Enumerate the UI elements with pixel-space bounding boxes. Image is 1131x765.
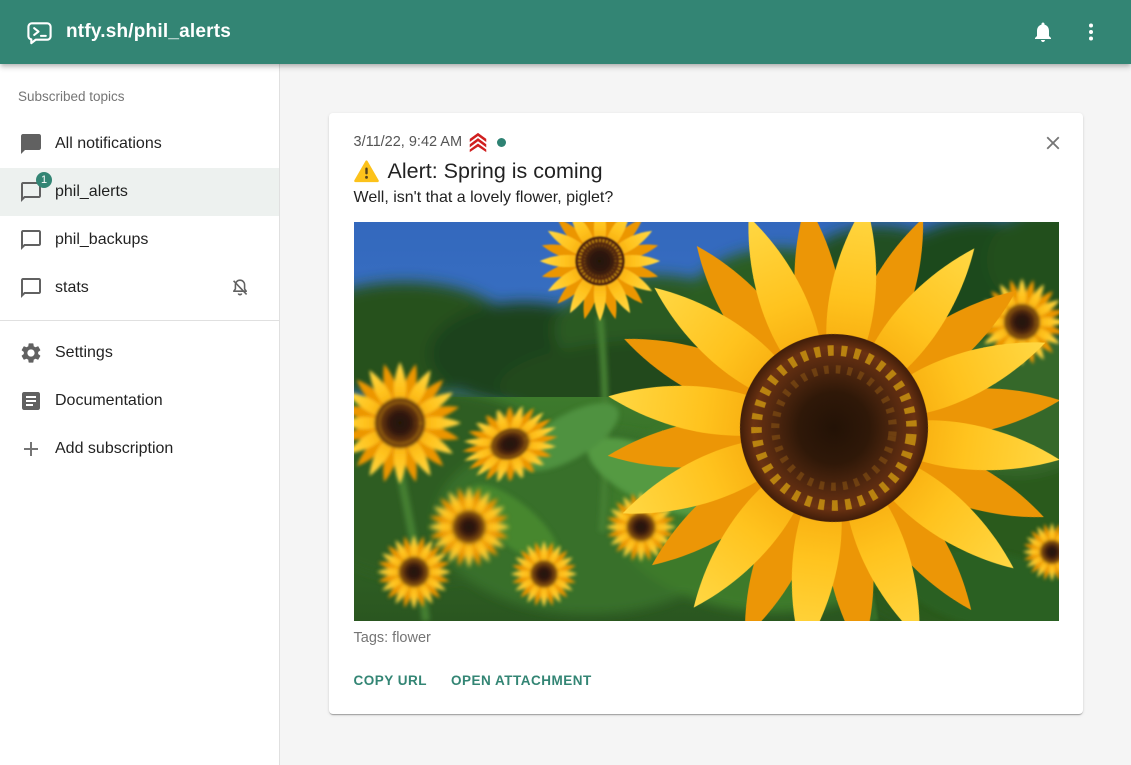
notification-title: Alert: Spring is coming xyxy=(388,159,603,184)
bell-muted-icon xyxy=(229,277,251,299)
sidebar-item-all-notifications[interactable]: All notifications xyxy=(0,120,279,168)
sidebar-menu: Settings Documentation Add subscription xyxy=(0,329,279,473)
kebab-menu-icon xyxy=(1079,20,1103,44)
close-icon xyxy=(1042,132,1064,154)
sidebar-item-documentation[interactable]: Documentation xyxy=(0,377,279,425)
sidebar-item-stats[interactable]: stats xyxy=(0,264,279,312)
notification-datetime: 3/11/22, 9:42 AM xyxy=(354,134,463,150)
topic-label: phil_alerts xyxy=(55,183,279,201)
bell-icon xyxy=(1031,20,1055,44)
chat-bubble-filled-icon xyxy=(19,132,43,156)
plus-icon xyxy=(19,437,43,461)
sidebar-item-add-subscription[interactable]: Add subscription xyxy=(0,425,279,473)
topic-label: phil_backups xyxy=(55,231,279,249)
unread-count-badge: 1 xyxy=(36,172,52,188)
attachment-image[interactable] xyxy=(354,222,1059,621)
copy-url-button[interactable]: COPY URL xyxy=(354,667,428,694)
priority-high-icon xyxy=(467,131,489,153)
warning-emoji-icon xyxy=(354,159,379,184)
notification-title-row: Alert: Spring is coming xyxy=(354,159,1059,184)
sidebar-divider xyxy=(0,320,279,321)
unread-dot xyxy=(497,138,506,147)
ntfy-logo-icon xyxy=(26,19,53,46)
topic-label: All notifications xyxy=(55,135,279,153)
overflow-menu-button[interactable] xyxy=(1067,8,1115,56)
menu-label: Add subscription xyxy=(55,440,279,458)
notification-meta: 3/11/22, 9:42 AM xyxy=(354,132,1059,152)
sidebar-item-settings[interactable]: Settings xyxy=(0,329,279,377)
main-content: 3/11/22, 9:42 AM Alert: Spring is coming xyxy=(280,64,1131,765)
notification-message: Well, isn't that a lovely flower, piglet… xyxy=(354,189,1059,207)
sidebar-item-phil-backups[interactable]: phil_backups xyxy=(0,216,279,264)
sidebar: Subscribed topics All notifications 1 ph… xyxy=(0,64,280,765)
menu-label: Settings xyxy=(55,344,279,362)
sidebar-item-phil-alerts[interactable]: 1 phil_alerts xyxy=(0,168,279,216)
menu-label: Documentation xyxy=(55,392,279,410)
app-bar: ntfy.sh/phil_alerts xyxy=(0,0,1131,64)
chat-bubble-outline-icon xyxy=(19,228,43,252)
app-title: ntfy.sh/phil_alerts xyxy=(66,21,231,43)
open-attachment-button[interactable]: OPEN ATTACHMENT xyxy=(451,667,592,694)
notification-tags: Tags: flower xyxy=(354,630,1059,646)
chat-bubble-outline-icon: 1 xyxy=(19,180,43,204)
notification-actions: COPY URL OPEN ATTACHMENT xyxy=(354,667,1059,694)
notifications-mute-button[interactable] xyxy=(1019,8,1067,56)
gear-icon xyxy=(19,341,43,365)
article-icon xyxy=(19,389,43,413)
topic-label: stats xyxy=(55,279,229,297)
chat-bubble-outline-icon xyxy=(19,276,43,300)
close-notification-button[interactable] xyxy=(1035,125,1071,161)
sidebar-subheader: Subscribed topics xyxy=(0,72,279,120)
topic-list: All notifications 1 phil_alerts phil_bac… xyxy=(0,120,279,312)
notification-card: 3/11/22, 9:42 AM Alert: Spring is coming xyxy=(329,113,1083,714)
